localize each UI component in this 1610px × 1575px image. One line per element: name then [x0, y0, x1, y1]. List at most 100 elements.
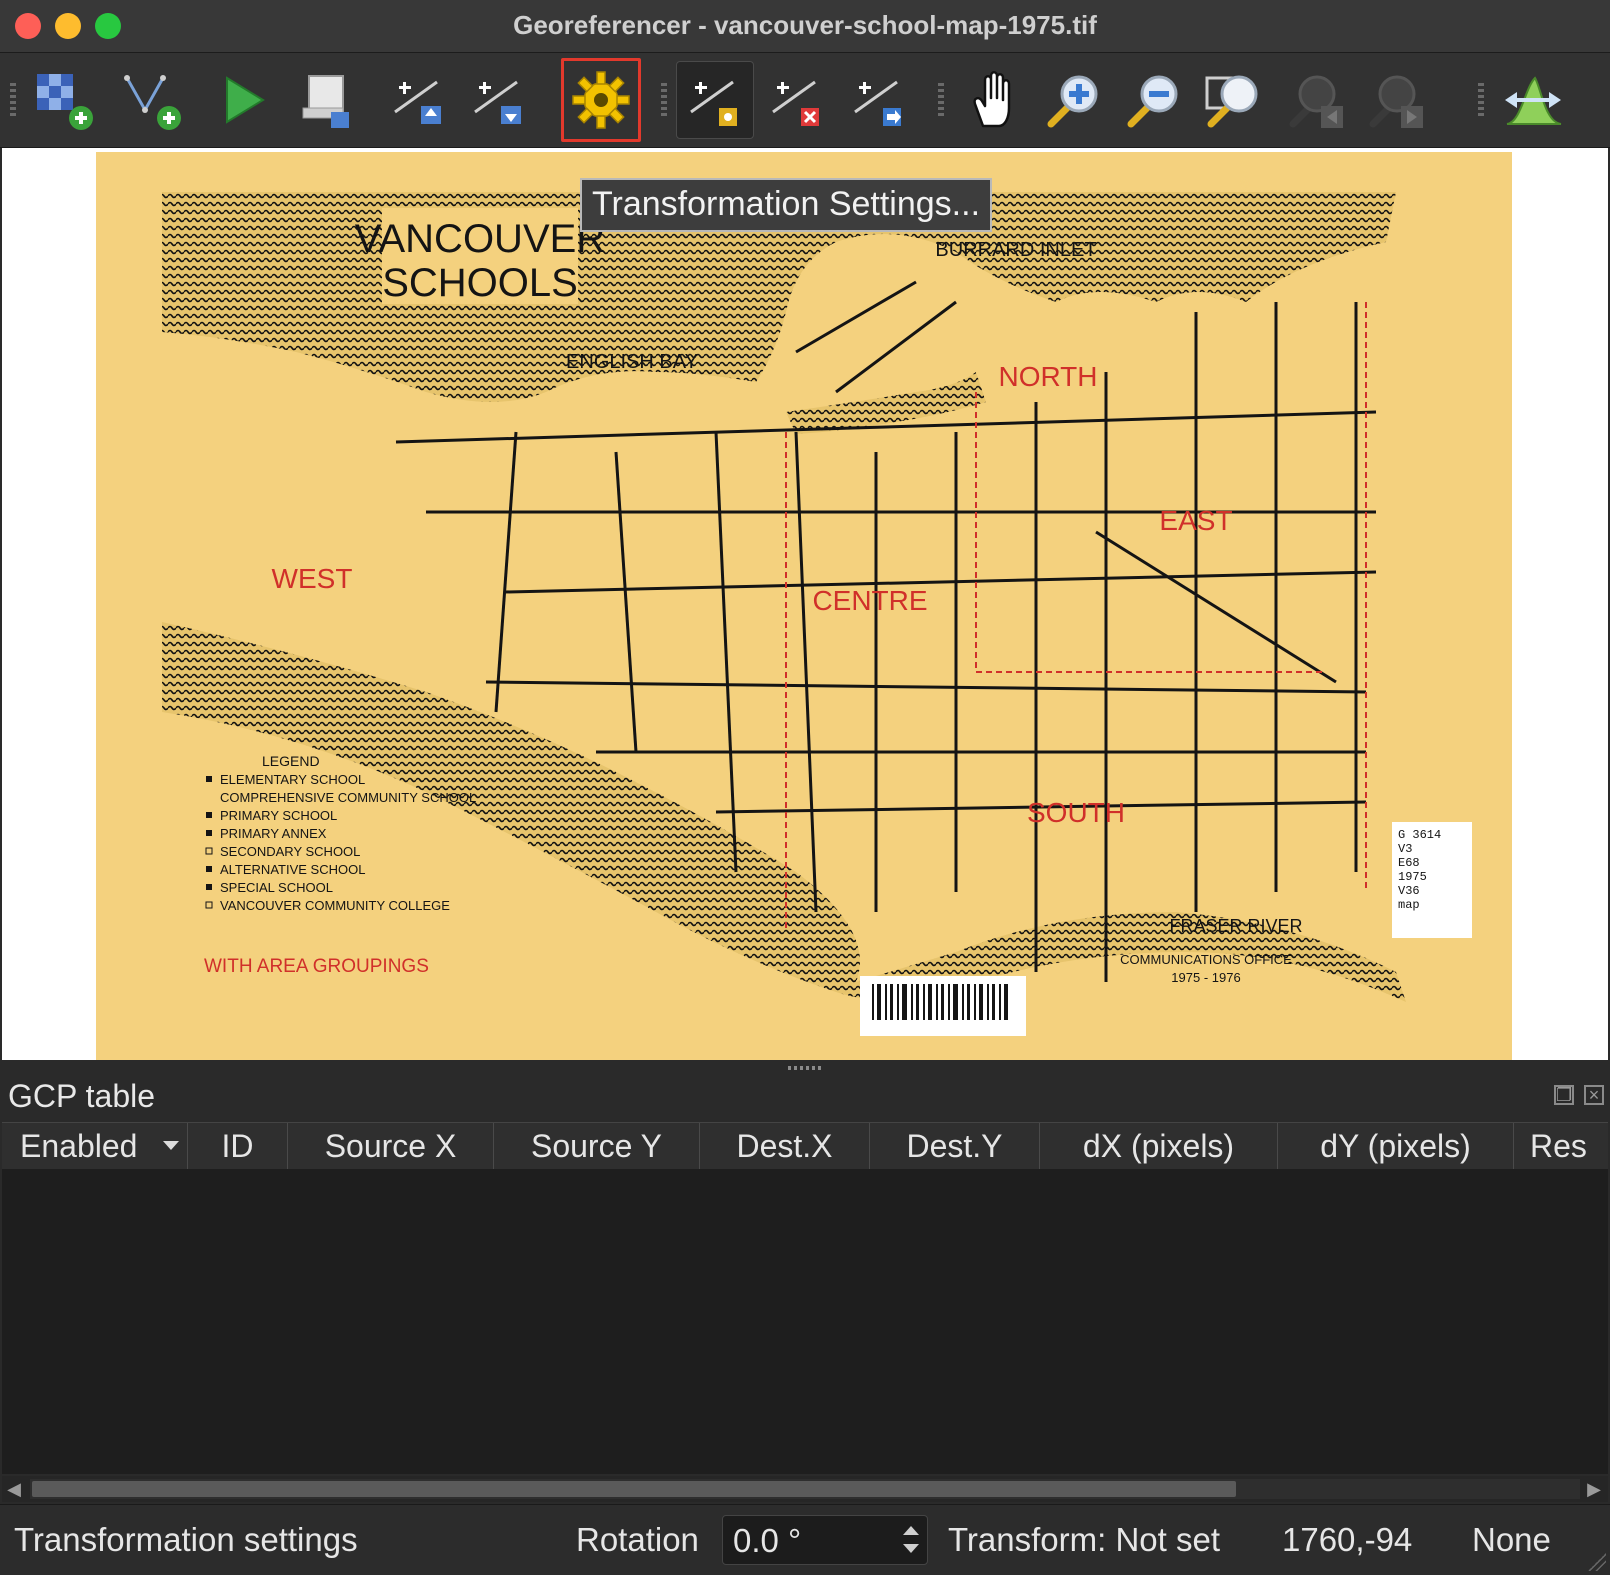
toolbar-handle[interactable]	[10, 83, 16, 119]
pan-button[interactable]	[954, 61, 1032, 139]
rotation-label: Rotation	[576, 1521, 699, 1558]
zoom-next-icon	[1369, 75, 1423, 128]
map-canvas[interactable]: VANCOUVER SCHOOLS BURRARD INLET ENGLISH …	[2, 148, 1608, 1060]
column-dest-y[interactable]: Dest.Y	[870, 1123, 1040, 1169]
rotation-spinbox[interactable]: 0.0 °	[722, 1515, 928, 1565]
office-line2: 1975 - 1976	[1171, 970, 1240, 985]
zoom-out-button[interactable]	[1114, 61, 1192, 139]
zoom-to-layer-button[interactable]	[1194, 61, 1272, 139]
coordinate-readout: 1760,-94	[1282, 1521, 1413, 1558]
load-gcp-points-button[interactable]	[380, 61, 458, 139]
column-dx-pixels[interactable]: dX (pixels)	[1040, 1123, 1278, 1169]
hand-icon	[973, 71, 1011, 128]
legend-title: LEGEND	[262, 753, 320, 769]
zoom-in-button[interactable]	[1034, 61, 1112, 139]
play-icon	[226, 76, 265, 124]
legend-item: ELEMENTARY SCHOOL	[220, 772, 365, 787]
call-number-line: E68	[1398, 856, 1420, 870]
dock-splitter[interactable]	[788, 1066, 824, 1070]
map-subtitle: WITH AREA GROUPINGS	[204, 956, 429, 977]
call-number-line: V36	[1398, 884, 1420, 898]
add-point-icon	[690, 80, 737, 126]
point-add-icon	[124, 75, 181, 130]
transformation-settings-status: Transformation settings	[14, 1521, 358, 1558]
scroll-thumb[interactable]	[32, 1481, 1236, 1497]
map-title-line2: SCHOOLS	[382, 261, 578, 305]
legend-item: PRIMARY ANNEX	[220, 826, 327, 841]
dock-float-icon[interactable]: ❐	[1554, 1085, 1574, 1105]
legend-item: PRIMARY SCHOOL	[220, 808, 337, 823]
status-bar: Transformation settings Rotation 0.0 ° T…	[0, 1504, 1610, 1575]
delete-point-icon	[772, 80, 819, 126]
rotation-value: 0.0 °	[733, 1522, 802, 1559]
call-number-line: map	[1398, 898, 1420, 912]
column-id[interactable]: ID	[188, 1123, 288, 1169]
region-centre-label: CENTRE	[812, 585, 927, 616]
english-bay-label: ENGLISH BAY	[566, 351, 698, 373]
transformation-settings-button[interactable]	[561, 58, 641, 142]
script-icon	[302, 75, 349, 128]
georeferencer-toolbar	[0, 53, 1610, 148]
legend-item: VANCOUVER COMMUNITY COLLEGE	[220, 898, 450, 913]
barcode-sticker	[860, 976, 1026, 1036]
toolbar-handle[interactable]	[661, 83, 667, 119]
map-title-line1: VANCOUVER	[355, 217, 605, 261]
region-east-label: EAST	[1159, 505, 1232, 536]
scroll-right-icon[interactable]: ▶	[1584, 1479, 1604, 1499]
burrard-inlet-label: BURRARD INLET	[935, 239, 1096, 261]
legend-item: ALTERNATIVE SCHOOL	[220, 862, 365, 877]
raster-add-icon	[37, 74, 93, 130]
title-bar: Georeferencer - vancouver-school-map-197…	[0, 0, 1610, 53]
gcp-table-body[interactable]	[2, 1169, 1608, 1474]
add-point-button[interactable]	[676, 61, 754, 139]
legend-item: SECONDARY SCHOOL	[220, 844, 360, 859]
start-georeferencing-button[interactable]	[204, 61, 282, 139]
toolbar-handle[interactable]	[1478, 83, 1484, 119]
transform-status: Transform: Not set	[948, 1521, 1221, 1558]
gcp-save-icon	[474, 80, 521, 124]
window-title: Georeferencer - vancouver-school-map-197…	[513, 10, 1097, 40]
add-gcp-point-button[interactable]	[112, 61, 190, 139]
horizontal-scrollbar[interactable]: ◀ ▶	[2, 1476, 1608, 1502]
zoom-last-icon	[1289, 75, 1343, 128]
column-residual[interactable]: Res	[1514, 1123, 1608, 1169]
scroll-left-icon[interactable]: ◀	[4, 1479, 24, 1499]
gcp-table-title: GCP table	[8, 1078, 156, 1114]
office-line1: COMMUNICATIONS OFFICE	[1120, 952, 1292, 967]
move-gcp-point-button[interactable]	[840, 61, 918, 139]
zoom-full-icon	[1205, 75, 1258, 128]
move-point-icon	[854, 80, 901, 126]
column-dest-x[interactable]: Dest.X	[700, 1123, 870, 1169]
tooltip: Transformation Settings...	[580, 178, 993, 232]
region-north-label: NORTH	[998, 361, 1097, 392]
zoom-next-button[interactable]	[1356, 61, 1434, 139]
column-enabled[interactable]: Enabled	[2, 1123, 188, 1169]
legend-item: SPECIAL SCHOOL	[220, 880, 333, 895]
fraser-river-label: FRASER RIVER	[1169, 916, 1302, 936]
region-south-label: SOUTH	[1027, 797, 1125, 828]
column-label: Enabled	[20, 1128, 138, 1164]
delete-point-button[interactable]	[758, 61, 836, 139]
spin-down-icon[interactable]	[903, 1544, 919, 1553]
crs-status[interactable]: None	[1472, 1521, 1551, 1559]
scanned-map-image: VANCOUVER SCHOOLS BURRARD INLET ENGLISH …	[96, 152, 1512, 1060]
column-source-x[interactable]: Source X	[288, 1123, 494, 1169]
save-gcp-points-button[interactable]	[460, 61, 538, 139]
window-resize-grip[interactable]	[1588, 1553, 1606, 1571]
zoom-out-icon	[1127, 75, 1178, 128]
chevron-down-icon[interactable]	[163, 1141, 179, 1150]
column-source-y[interactable]: Source Y	[494, 1123, 700, 1169]
generate-gdal-script-button[interactable]	[288, 61, 366, 139]
zoom-last-button[interactable]	[1276, 61, 1354, 139]
toolbar-handle[interactable]	[938, 83, 944, 119]
gear-icon	[572, 71, 630, 129]
open-raster-button[interactable]	[24, 61, 102, 139]
link-georeferencer-button[interactable]	[1494, 61, 1572, 139]
spin-up-icon[interactable]	[903, 1526, 919, 1535]
call-number-line: G 3614	[1398, 828, 1441, 842]
zoom-in-icon	[1047, 75, 1098, 128]
call-number-line: 1975	[1398, 870, 1427, 884]
dock-close-icon[interactable]: ×	[1584, 1085, 1604, 1105]
column-dy-pixels[interactable]: dY (pixels)	[1278, 1123, 1514, 1169]
gcp-load-icon	[394, 80, 441, 124]
